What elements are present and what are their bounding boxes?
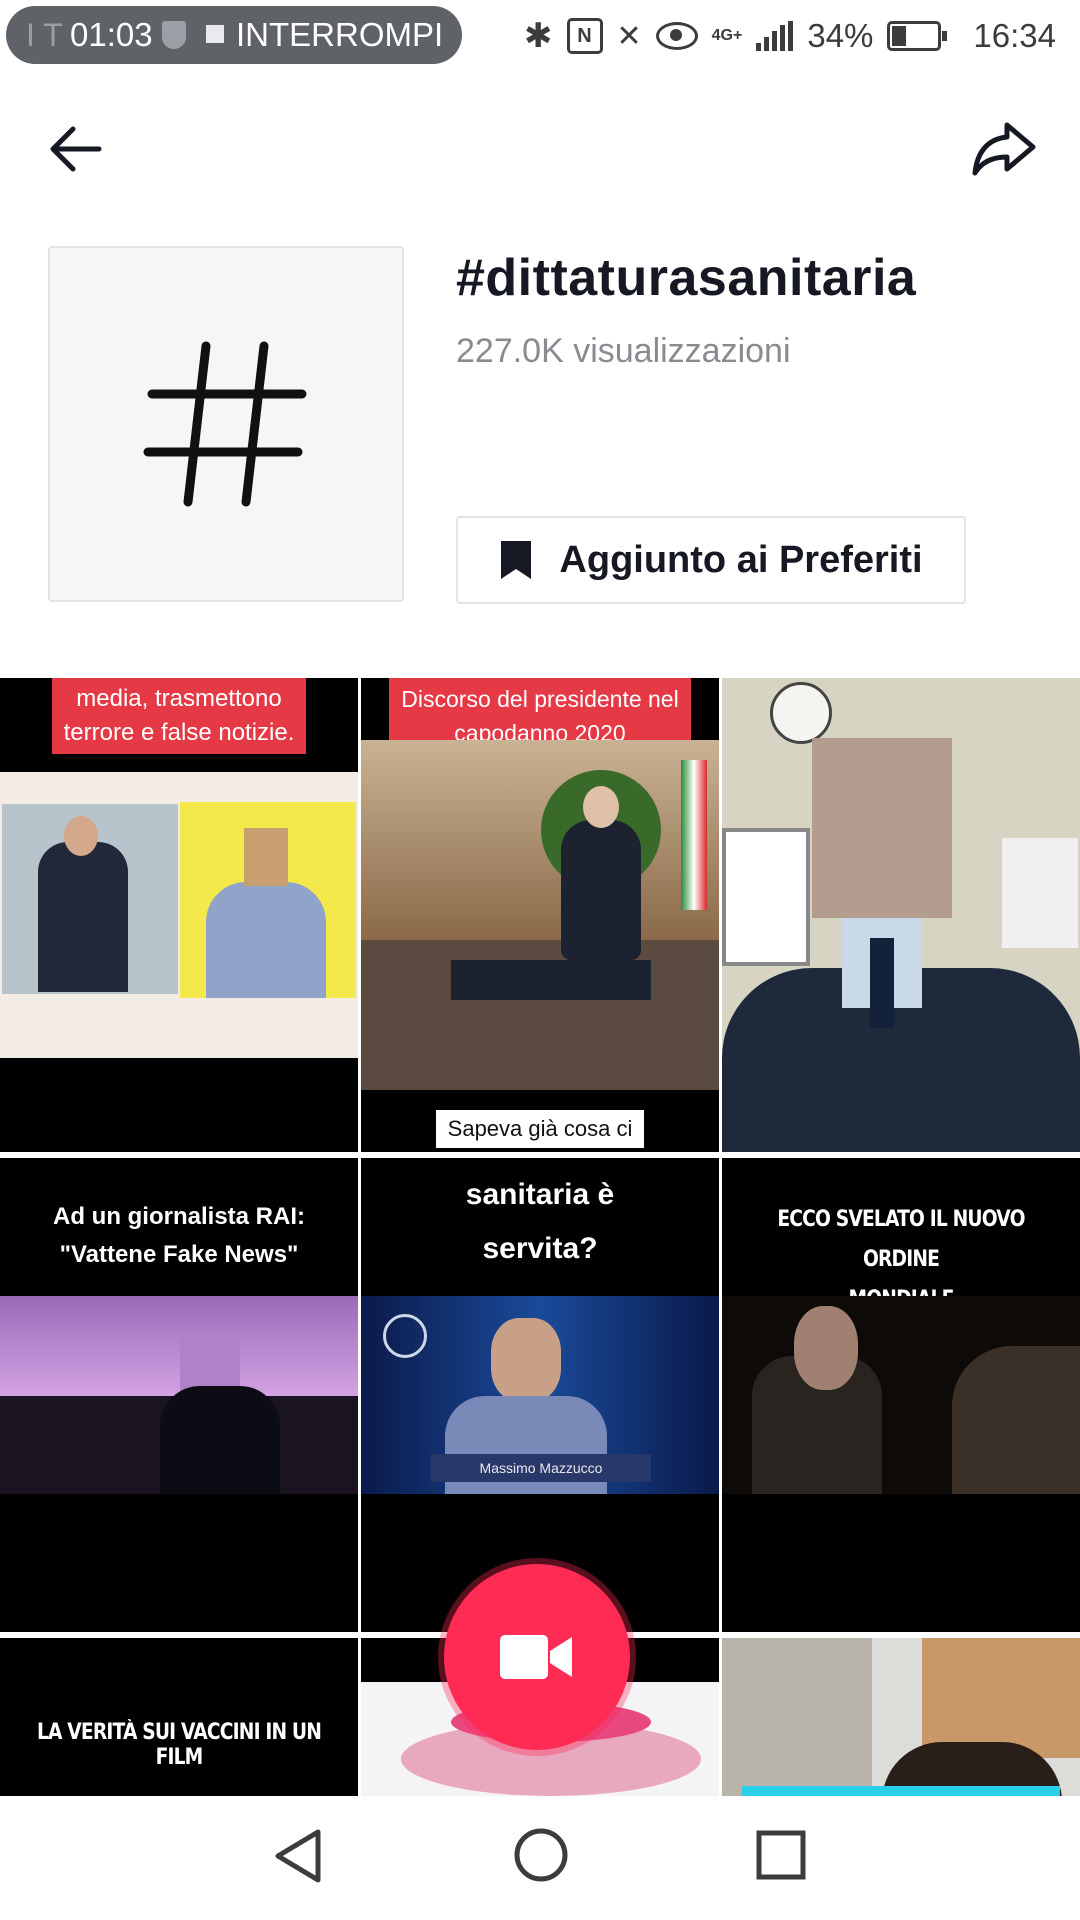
- video-frame: [722, 1296, 1080, 1494]
- video-frame: [0, 1296, 358, 1494]
- video-frame: [722, 678, 1080, 1152]
- video-frame: Massimo Mazzucco: [361, 1296, 719, 1494]
- bookmark-icon: [501, 541, 532, 579]
- favorite-button[interactable]: Aggiunto ai Preferiti: [456, 516, 966, 604]
- circle-home-icon: [514, 1828, 568, 1882]
- top-nav: [0, 72, 1080, 222]
- video-camera-icon: [500, 1635, 572, 1679]
- bluetooth-icon: ✱: [524, 17, 553, 55]
- stop-recording-label: INTERROMPI: [236, 16, 444, 53]
- carrier-label: I T: [26, 16, 63, 53]
- status-bar: I T 01:03 INTERROMPI ✱ N ✕ 4G+ 34% 16:34: [0, 0, 1080, 72]
- square-recents-icon: [756, 1830, 806, 1880]
- arrow-left-icon: [50, 126, 102, 172]
- video-thumbnail[interactable]: LA VERITÀ SUI VACCINI IN UN FILM: [0, 1638, 358, 1796]
- triangle-back-icon: [275, 1829, 321, 1883]
- video-thumbnail[interactable]: sanitaria è servita? Massimo Mazzucco: [361, 1158, 719, 1632]
- nav-home-button[interactable]: [512, 1826, 570, 1889]
- recording-timer: 01:03: [70, 16, 153, 53]
- lower-third-name: Massimo Mazzucco: [479, 1460, 603, 1476]
- video-caption: LA VERITÀ SUI VACCINI IN UN FILM: [36, 1720, 322, 1770]
- back-button[interactable]: [42, 116, 108, 182]
- share-button[interactable]: [968, 116, 1040, 182]
- video-thumbnail[interactable]: Discorso del presidente nel capodanno 20…: [361, 678, 719, 1152]
- video-thumbnail[interactable]: ECCO SVELATO IL NUOVO ORDINE MONDIALE: [722, 1158, 1080, 1632]
- video-thumbnail[interactable]: media, trasmettono terrore e false notiz…: [0, 678, 358, 1152]
- battery-icon: [887, 21, 948, 51]
- system-nav-bar: [0, 1796, 1080, 1920]
- stop-icon: [206, 25, 224, 43]
- hashtag-icon: [143, 341, 307, 507]
- shield-icon: [162, 21, 186, 49]
- clock: 16:34: [973, 17, 1056, 54]
- video-frame: [0, 772, 358, 1058]
- video-thumbnail[interactable]: [722, 678, 1080, 1152]
- record-video-button[interactable]: [444, 1564, 630, 1750]
- favorite-label: Aggiunto ai Preferiti: [559, 538, 923, 581]
- video-thumbnail[interactable]: [722, 1638, 1080, 1796]
- mute-icon: ✕: [616, 19, 642, 53]
- view-count: 227.0K visualizzazioni: [456, 332, 791, 370]
- video-caption: sanitaria è servita?: [465, 1178, 615, 1265]
- screen-recording-pill[interactable]: I T 01:03 INTERROMPI: [6, 6, 462, 64]
- network-type: 4G+: [711, 27, 743, 44]
- hashtag-thumbnail: [48, 246, 404, 602]
- video-caption: Ad un giornalista RAI: "Vattene Fake New…: [53, 1203, 305, 1268]
- video-frame: [361, 740, 719, 1090]
- video-subtitle: Sapeva già cosa ci: [435, 1110, 645, 1148]
- eye-comfort-icon: [655, 22, 698, 50]
- battery-percent: 34%: [807, 17, 874, 54]
- signal-icon: [756, 21, 794, 51]
- nav-back-button[interactable]: [270, 1826, 326, 1891]
- video-caption: media, trasmettono terrore e false notiz…: [51, 678, 307, 754]
- nav-recents-button[interactable]: [754, 1828, 808, 1887]
- hashtag-title: #dittaturasanitaria: [456, 249, 917, 307]
- status-icons: ✱ N ✕ 4G+ 34% 16:34: [524, 10, 1056, 62]
- nfc-icon: N: [566, 18, 603, 54]
- share-icon: [972, 122, 1036, 176]
- video-thumbnail[interactable]: Ad un giornalista RAI: "Vattene Fake New…: [0, 1158, 358, 1632]
